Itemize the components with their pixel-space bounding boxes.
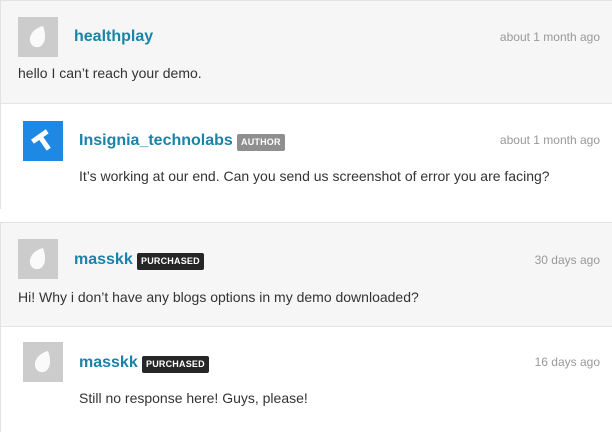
comment-reply: Insignia_technolabs AUTHOR about 1 month…	[1, 103, 612, 211]
comment-timestamp[interactable]: about 1 month ago	[500, 30, 600, 44]
comment: healthplay about 1 month ago hello I can…	[1, 1, 612, 103]
reply-timestamp[interactable]: about 1 month ago	[500, 133, 600, 147]
purchased-badge: PURCHASED	[142, 356, 209, 373]
comment-thread: healthplay about 1 month ago hello I can…	[0, 0, 612, 211]
comment-thread: masskk PURCHASED 30 days ago Hi! Why i d…	[0, 222, 612, 434]
comment-username[interactable]: masskk	[74, 251, 133, 269]
reply-timestamp[interactable]: 16 days ago	[535, 355, 600, 369]
comment-text: Hi! Why i don’t have any blogs options i…	[18, 289, 419, 305]
comment-username[interactable]: healthplay	[74, 28, 153, 46]
comment-timestamp[interactable]: 30 days ago	[535, 253, 600, 267]
insignia-logo-icon[interactable]	[23, 121, 63, 161]
default-avatar-icon[interactable]	[18, 239, 58, 279]
reply-username[interactable]: masskk	[79, 354, 138, 372]
comment-reply: masskk PURCHASED 16 days ago Still no re…	[1, 326, 612, 434]
reply-text: Still no response here! Guys, please!	[79, 390, 308, 406]
reply-username[interactable]: Insignia_technolabs	[79, 132, 233, 150]
default-avatar-icon[interactable]	[23, 342, 63, 382]
reply-text: It’s working at our end. Can you send us…	[79, 168, 550, 184]
author-badge: AUTHOR	[237, 134, 285, 151]
comment: masskk PURCHASED 30 days ago Hi! Why i d…	[1, 223, 612, 326]
purchased-badge: PURCHASED	[137, 253, 204, 270]
comment-text: hello I can’t reach your demo.	[18, 65, 202, 81]
default-avatar-icon[interactable]	[18, 17, 58, 57]
